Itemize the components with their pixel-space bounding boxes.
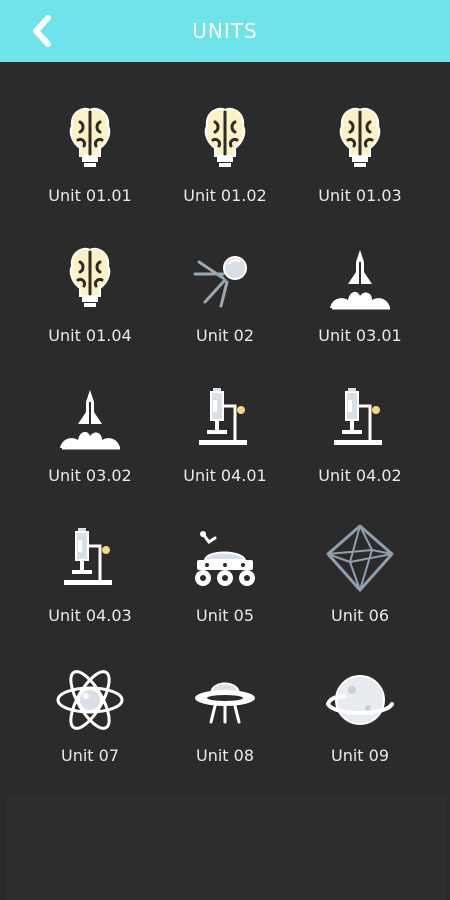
unit-label: Unit 06: [330, 606, 389, 625]
microscope-icon: [334, 388, 382, 445]
unit-tile-03-01[interactable]: Unit 03.01: [285, 230, 435, 370]
unit-tile-04-01[interactable]: Unit 04.01: [150, 370, 300, 510]
microscope-icon: [64, 528, 112, 585]
unit-label: Unit 01.01: [48, 186, 132, 205]
unit-label: Unit 01.03: [318, 186, 402, 205]
unit-label: Unit 05: [195, 606, 254, 625]
unit-tile-05[interactable]: Unit 05: [150, 510, 300, 650]
unit-label: Unit 01.04: [48, 326, 132, 345]
octahedron-icon: [326, 524, 394, 592]
ufo-icon: [195, 682, 255, 724]
brain-bulb-icon: [339, 107, 381, 167]
unit-tile-01-04[interactable]: Unit 01.04: [15, 230, 165, 370]
unit-tile-04-03[interactable]: Unit 04.03: [15, 510, 165, 650]
unit-label: Unit 04.01: [183, 466, 267, 485]
unit-tile-09[interactable]: Unit 09: [285, 650, 435, 790]
unit-tile-03-02[interactable]: Unit 03.02: [15, 370, 165, 510]
brain-bulb-icon: [69, 247, 111, 307]
unit-label: Unit 02: [195, 326, 254, 345]
unit-label: Unit 04.03: [48, 606, 132, 625]
rocket-launch-icon: [60, 390, 120, 450]
unit-tile-08[interactable]: Unit 08: [150, 650, 300, 790]
unit-label: Unit 03.02: [48, 466, 132, 485]
rocket-launch-icon: [330, 250, 390, 310]
atom-icon: [56, 670, 124, 730]
unit-label: Unit 07: [60, 746, 119, 765]
unit-tile-04-02[interactable]: Unit 04.02: [285, 370, 435, 510]
unit-tile-01-01[interactable]: Unit 01.01: [15, 90, 165, 230]
unit-tile-06[interactable]: Unit 06: [285, 510, 435, 650]
unit-tile-02[interactable]: Unit 02: [150, 230, 300, 370]
microscope-icon: [199, 388, 247, 445]
bottom-area: [6, 796, 446, 900]
unit-label: Unit 01.02: [183, 186, 267, 205]
unit-label: Unit 04.02: [318, 466, 402, 485]
unit-label: Unit 08: [195, 746, 254, 765]
planet-icon: [326, 675, 394, 725]
brain-bulb-icon: [204, 107, 246, 167]
unit-tile-01-02[interactable]: Unit 01.02: [150, 90, 300, 230]
rover-icon: [195, 531, 255, 586]
brain-bulb-icon: [69, 107, 111, 167]
unit-label: Unit 09: [330, 746, 389, 765]
unit-label: Unit 03.01: [318, 326, 402, 345]
page-title: UNITS: [192, 19, 258, 43]
satellite-icon: [193, 256, 247, 308]
unit-tile-01-03[interactable]: Unit 01.03: [285, 90, 435, 230]
unit-tile-07[interactable]: Unit 07: [15, 650, 165, 790]
top-app-bar: UNITS: [0, 0, 450, 62]
